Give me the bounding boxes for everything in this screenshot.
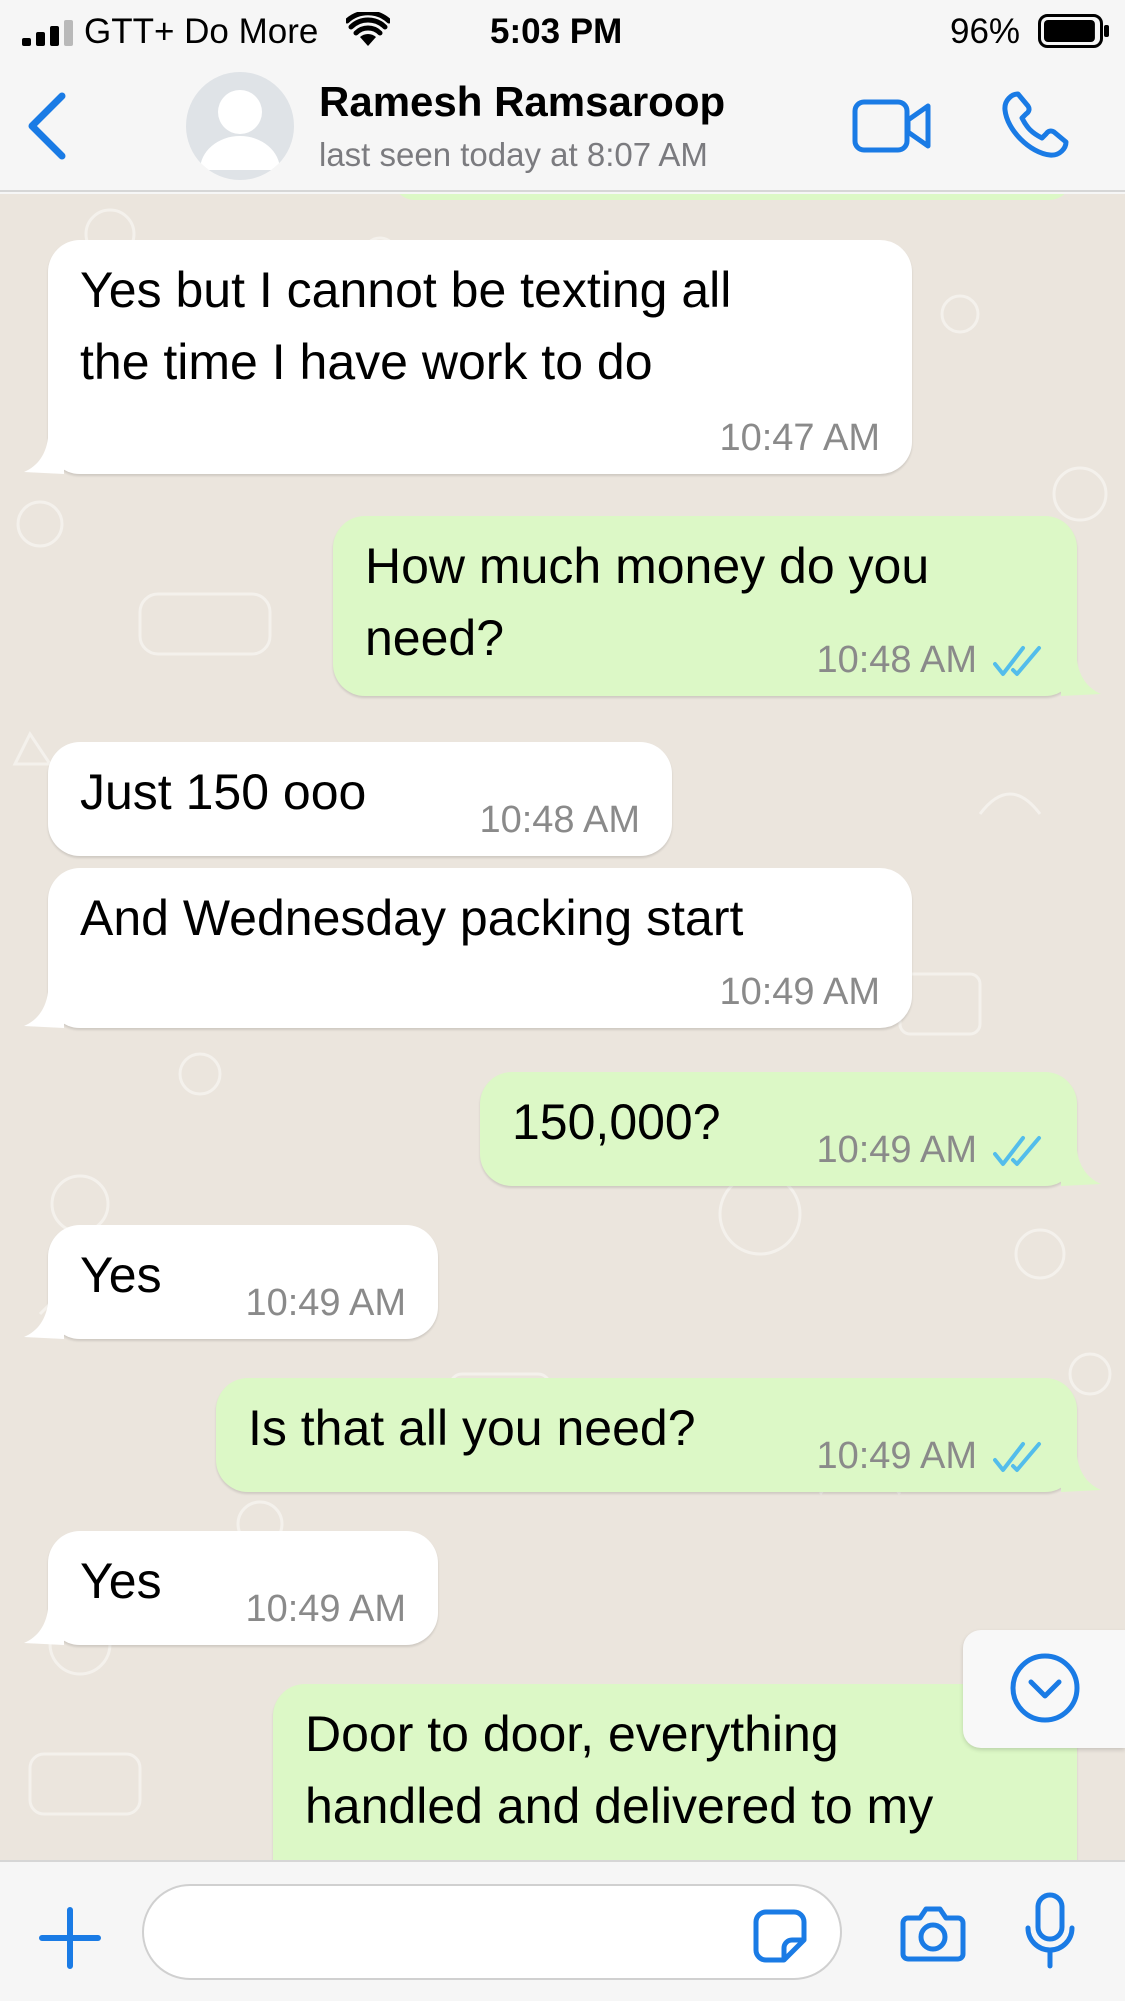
message-timestamp: 10:48 AM	[816, 639, 977, 681]
microphone-icon[interactable]	[1024, 1892, 1076, 1972]
message-text: Door to door, everything handled and del…	[305, 1706, 934, 1834]
bubble-tail	[1061, 1456, 1101, 1492]
bubble-tail	[24, 1609, 64, 1645]
status-bar: GTT+ Do More 5:03 PM 96%	[0, 0, 1125, 62]
incoming-message-bubble[interactable]: Just 150 ooo 10:48 AM	[48, 742, 672, 856]
bubble-tail	[1061, 1150, 1101, 1186]
incoming-message-bubble[interactable]: Yes 10:49 AM	[48, 1225, 438, 1339]
message-timestamp: 10:48 AM	[479, 799, 640, 841]
outgoing-message-bubble[interactable]: Is that all you need? 10:49 AM	[216, 1378, 1077, 1492]
bubble-tail	[1061, 660, 1101, 696]
chevron-left-icon[interactable]	[24, 90, 68, 162]
incoming-message-bubble[interactable]: Yes 10:49 AM	[48, 1531, 438, 1645]
message-timestamp: 10:49 AM	[816, 1129, 977, 1171]
status-time: 5:03 PM	[490, 12, 623, 51]
read-receipt-icon	[993, 646, 1041, 676]
scroll-to-bottom-button[interactable]	[963, 1630, 1125, 1748]
person-icon	[200, 90, 280, 170]
sticker-icon[interactable]	[752, 1908, 808, 1964]
avatar[interactable]	[186, 72, 294, 180]
incoming-message-bubble[interactable]: Yes but I cannot be texting all the time…	[48, 240, 912, 474]
battery-icon	[1038, 14, 1109, 48]
bubble-tail	[24, 438, 64, 474]
message-text: And Wednesday packing start	[80, 890, 744, 946]
previous-message-bubble	[392, 194, 1072, 200]
plus-icon[interactable]	[38, 1906, 102, 1970]
bubble-tail	[24, 1303, 64, 1339]
message-input-bar	[0, 1860, 1125, 2001]
carrier-name: GTT+ Do More	[84, 12, 319, 51]
message-input[interactable]	[142, 1884, 842, 1980]
message-text: Yes but I cannot be texting all the time…	[80, 262, 732, 390]
bubble-tail	[24, 992, 64, 1028]
outgoing-message-bubble[interactable]: How much money do you need? 10:48 AM	[333, 516, 1077, 696]
contact-name[interactable]: Ramesh Ramsaroop	[319, 78, 725, 126]
chevron-down-circle-icon	[1010, 1653, 1080, 1723]
read-receipt-icon	[993, 1136, 1041, 1166]
video-camera-icon[interactable]	[852, 96, 932, 156]
phone-icon[interactable]	[1000, 90, 1070, 160]
chat-header: Ramesh Ramsaroop last seen today at 8:07…	[0, 62, 1125, 192]
camera-icon[interactable]	[900, 1904, 966, 1962]
last-seen-status: last seen today at 8:07 AM	[319, 136, 708, 173]
message-timestamp: 10:49 AM	[719, 971, 880, 1013]
message-timestamp: 10:49 AM	[245, 1588, 406, 1630]
battery-percent: 96%	[950, 12, 1021, 51]
read-receipt-icon	[993, 1442, 1041, 1472]
outgoing-message-bubble[interactable]: Door to door, everything handled and del…	[273, 1684, 1077, 1860]
chat-messages[interactable]: Yes but I cannot be texting all the time…	[0, 194, 1125, 1860]
message-timestamp: 10:49 AM	[245, 1282, 406, 1324]
message-timestamp: 10:49 AM	[816, 1435, 977, 1477]
wifi-icon	[346, 12, 390, 46]
outgoing-message-bubble[interactable]: 150,000? 10:49 AM	[480, 1072, 1077, 1186]
message-timestamp: 10:47 AM	[719, 417, 880, 459]
signal-strength-icon	[22, 20, 73, 46]
incoming-message-bubble[interactable]: And Wednesday packing start 10:49 AM	[48, 868, 912, 1028]
